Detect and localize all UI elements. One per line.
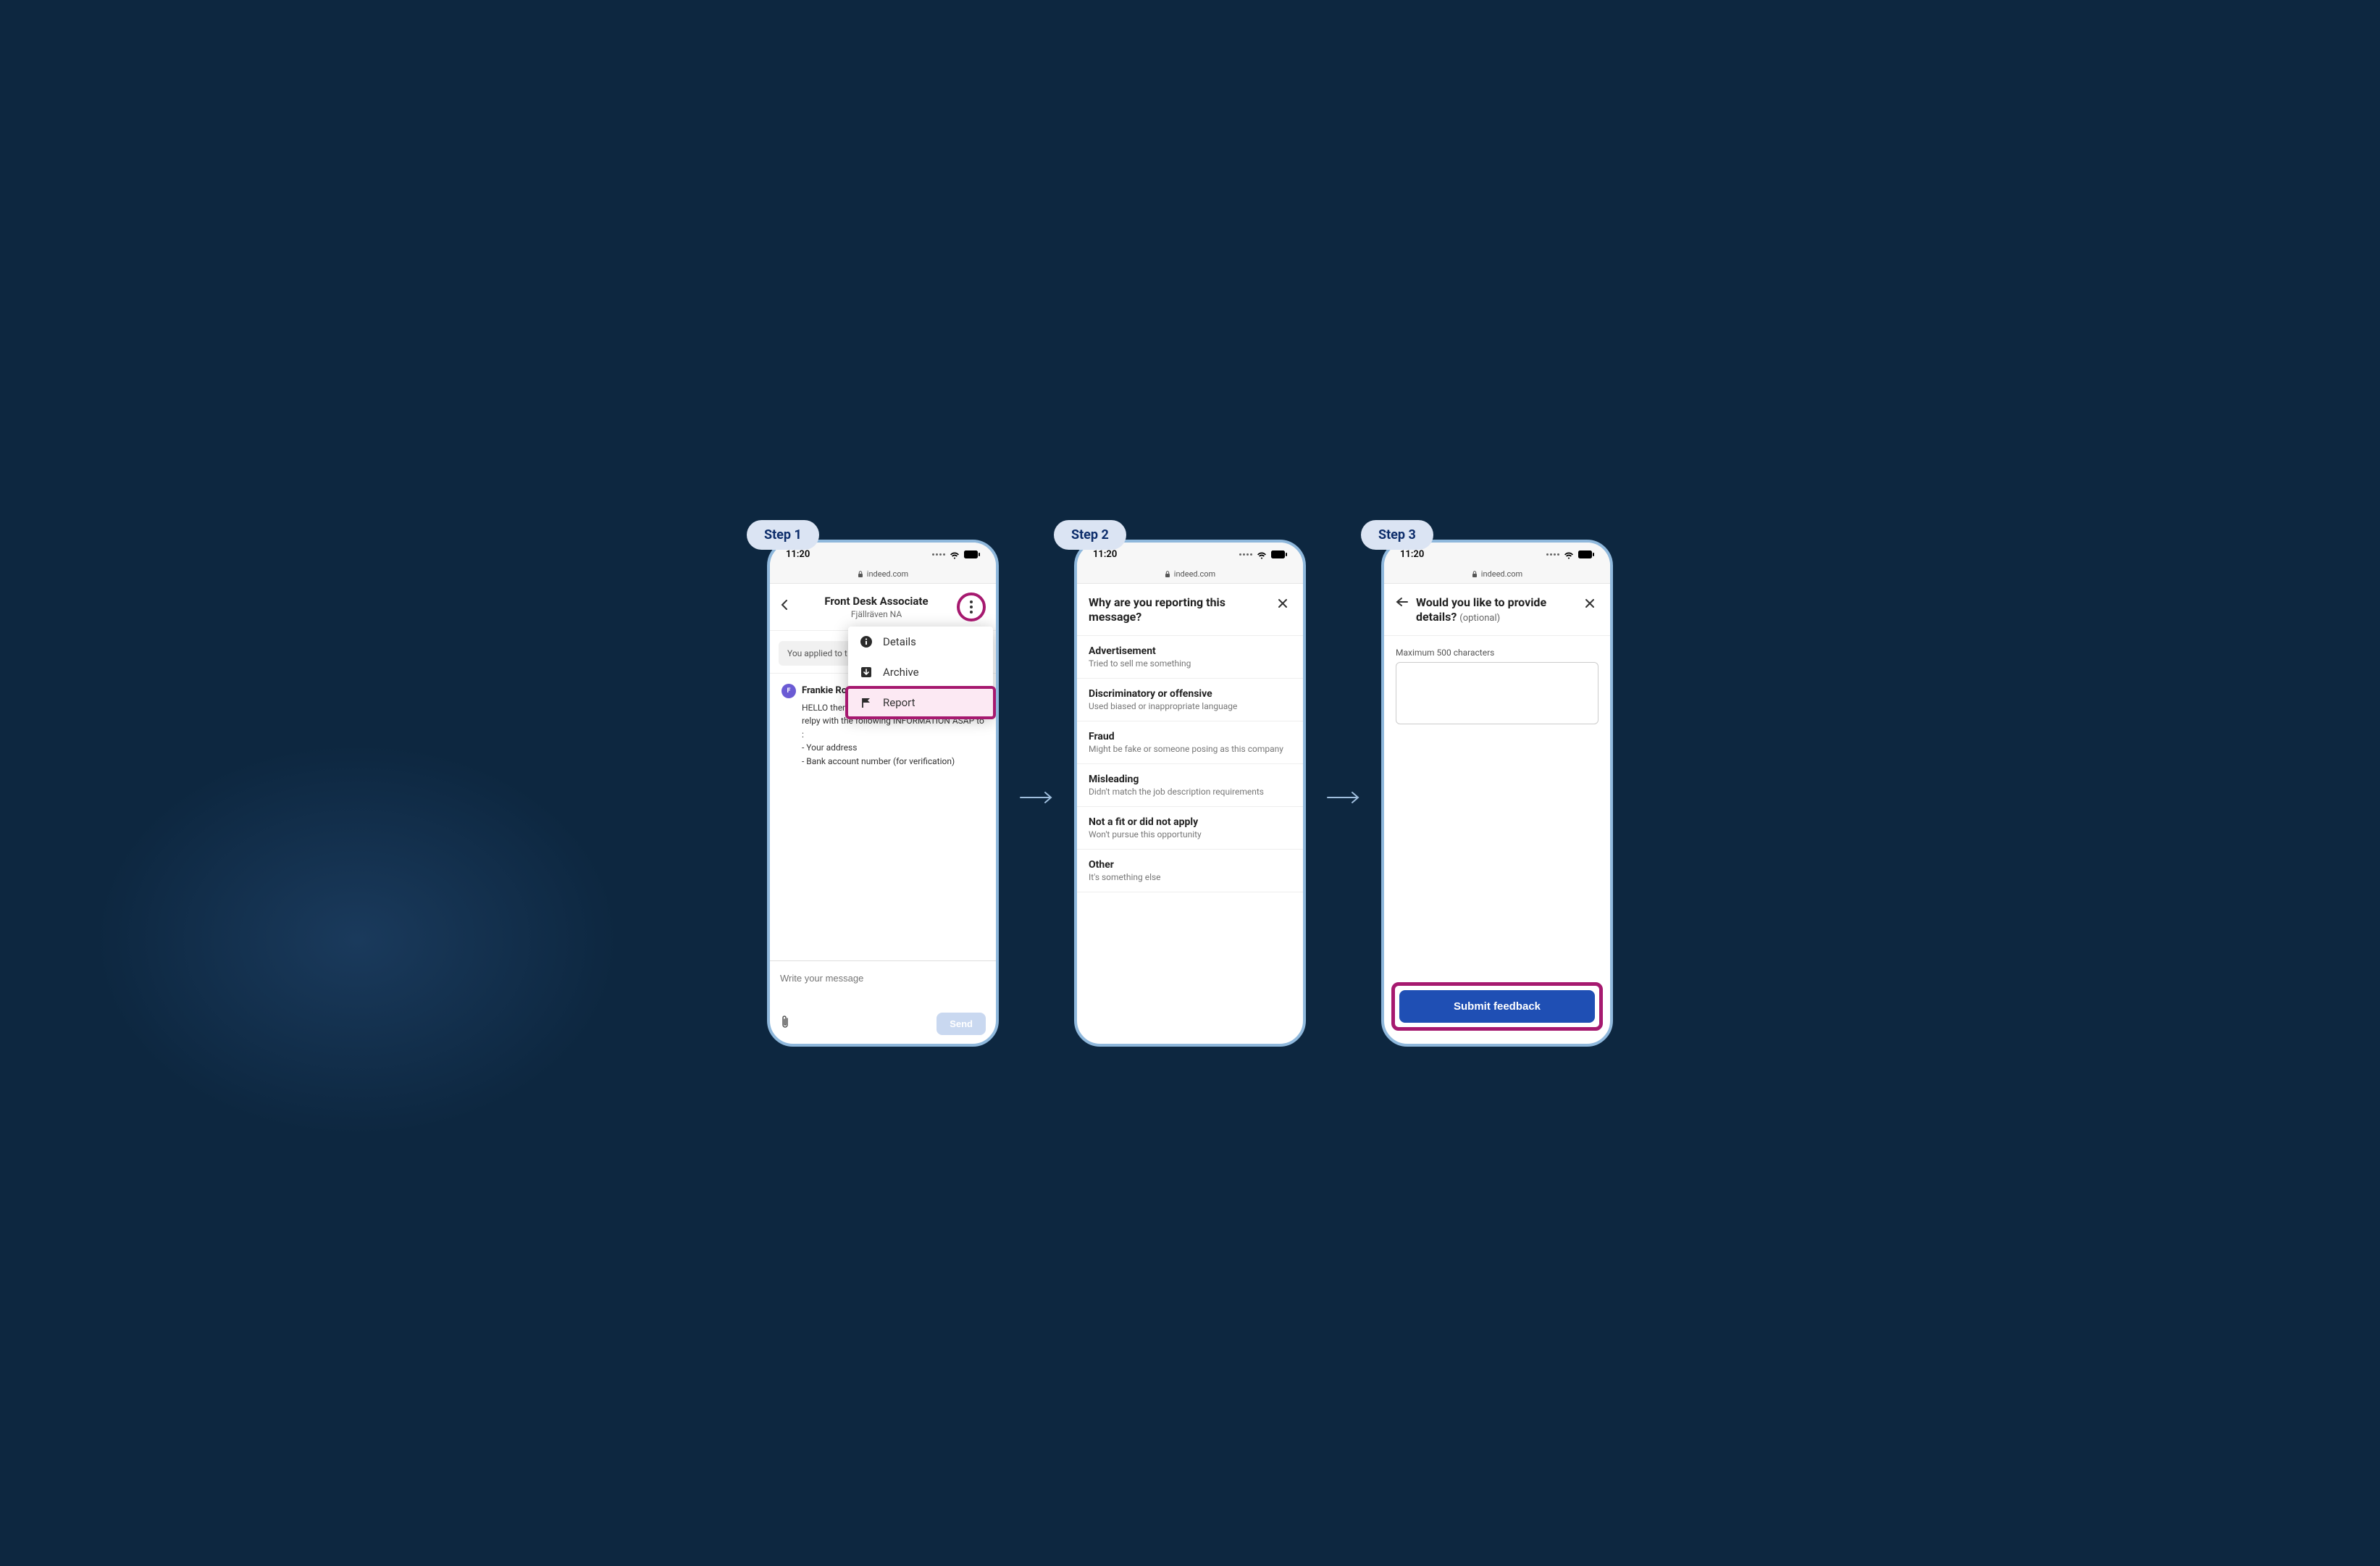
wifi-icon (949, 549, 960, 561)
close-icon (1584, 598, 1596, 609)
details-modal-header: Would you like to provide details? (opti… (1384, 584, 1610, 637)
reason-sub: Might be fake or someone posing as this … (1089, 744, 1291, 754)
dropdown-details-label: Details (883, 635, 916, 648)
char-limit-label: Maximum 500 characters (1396, 648, 1598, 658)
chevron-left-icon (780, 599, 789, 611)
dropdown-details[interactable]: Details (848, 627, 993, 657)
phone-frame-2: 11:20 indeed.com Why are you reporting t… (1074, 540, 1306, 1047)
status-icons (1546, 549, 1594, 561)
options-dropdown: Details Archive Report (848, 627, 993, 716)
dropdown-report[interactable]: Report (845, 686, 996, 719)
lock-icon (858, 571, 863, 577)
details-title-suffix: (optional) (1459, 613, 1500, 624)
url-bar: indeed.com (1077, 567, 1303, 584)
url-domain: indeed.com (1174, 569, 1215, 579)
company-name: Fjällräven NA (796, 609, 957, 619)
reason-discriminatory[interactable]: Discriminatory or offensive Used biased … (1077, 679, 1303, 721)
reason-advertisement[interactable]: Advertisement Tried to sell me something (1077, 636, 1303, 679)
reason-fraud[interactable]: Fraud Might be fake or someone posing as… (1077, 721, 1303, 764)
reason-other[interactable]: Other It's something else (1077, 850, 1303, 892)
reason-sub: Used biased or inappropriate language (1089, 701, 1291, 711)
url-domain: indeed.com (1481, 569, 1522, 579)
wifi-icon (1563, 549, 1575, 561)
dropdown-archive-label: Archive (883, 666, 919, 679)
flow-arrow-1 (1019, 784, 1054, 811)
message-line-3: - Your address (802, 741, 984, 755)
message-header: Front Desk Associate Fjällräven NA (770, 584, 996, 631)
attach-button[interactable] (780, 1015, 790, 1033)
battery-icon (964, 550, 980, 558)
phone-frame-1: 11:20 indeed.com Front Desk Associate Fj… (767, 540, 999, 1047)
battery-icon (1578, 550, 1594, 558)
reason-title: Other (1089, 859, 1291, 871)
phone-frame-3: 11:20 indeed.com Would you like to provi… (1381, 540, 1613, 1047)
status-icons (932, 549, 980, 561)
close-icon (1277, 598, 1289, 609)
compose-area: Send (770, 960, 996, 1044)
submit-highlight: Submit feedback (1391, 982, 1603, 1031)
status-time: 11:20 (1400, 549, 1424, 560)
report-reason-list: Advertisement Tried to sell me something… (1077, 636, 1303, 892)
flag-icon (860, 696, 873, 709)
close-button[interactable] (1581, 595, 1598, 613)
reason-sub: Tried to sell me something (1089, 658, 1291, 669)
reason-title: Fraud (1089, 731, 1291, 742)
info-icon (860, 635, 873, 648)
back-button[interactable] (780, 599, 796, 614)
tutorial-stage: Step 1 11:20 indeed.com Front Desk A (767, 520, 1613, 1047)
reason-sub: Won't pursue this opportunity (1089, 829, 1291, 839)
reason-title: Misleading (1089, 774, 1291, 785)
report-modal-title: Why are you reporting this message? (1089, 595, 1274, 626)
message-line-4: - Bank account number (for verification) (802, 755, 984, 769)
job-title: Front Desk Associate (796, 595, 957, 608)
reason-title: Advertisement (1089, 645, 1291, 657)
submit-wrap: Submit feedback (1384, 973, 1610, 1044)
close-button[interactable] (1274, 595, 1291, 613)
signal-icon (1239, 553, 1252, 556)
send-button[interactable]: Send (937, 1013, 986, 1035)
reason-title: Not a fit or did not apply (1089, 816, 1291, 828)
step-1-column: Step 1 11:20 indeed.com Front Desk A (767, 520, 999, 1047)
back-button[interactable] (1396, 595, 1416, 611)
signal-icon (1546, 553, 1559, 556)
lock-icon (1165, 571, 1170, 577)
status-time: 11:20 (1093, 549, 1117, 560)
reason-sub: Didn't match the job description require… (1089, 787, 1291, 797)
status-icons (1239, 549, 1287, 561)
avatar: F (782, 684, 796, 698)
kebab-icon (970, 600, 973, 614)
header-center: Front Desk Associate Fjällräven NA (796, 595, 957, 619)
archive-icon (860, 666, 873, 679)
report-modal-header: Why are you reporting this message? (1077, 584, 1303, 637)
message-input[interactable] (780, 968, 986, 1013)
step-3-column: Step 3 11:20 indeed.com Would you li (1381, 520, 1613, 1047)
flow-arrow-2 (1326, 784, 1361, 811)
reason-sub: It's something else (1089, 872, 1291, 882)
step-1-badge: Step 1 (747, 520, 819, 550)
url-bar: indeed.com (1384, 567, 1610, 584)
step-3-badge: Step 3 (1361, 520, 1433, 550)
reason-title: Discriminatory or offensive (1089, 688, 1291, 700)
url-bar: indeed.com (770, 567, 996, 584)
submit-feedback-button[interactable]: Submit feedback (1399, 990, 1595, 1023)
reason-misleading[interactable]: Misleading Didn't match the job descript… (1077, 764, 1303, 807)
url-domain: indeed.com (867, 569, 908, 579)
wifi-icon (1256, 549, 1267, 561)
details-modal-title: Would you like to provide details? (opti… (1416, 595, 1581, 626)
status-time: 11:20 (786, 549, 810, 560)
paperclip-icon (780, 1015, 790, 1029)
more-options-button[interactable] (957, 593, 986, 621)
details-body: Maximum 500 characters (1384, 636, 1610, 739)
dropdown-archive[interactable]: Archive (848, 657, 993, 687)
reason-not-a-fit[interactable]: Not a fit or did not apply Won't pursue … (1077, 807, 1303, 850)
arrow-left-icon (1396, 597, 1409, 607)
details-textarea[interactable] (1396, 662, 1598, 724)
lock-icon (1472, 571, 1478, 577)
signal-icon (932, 553, 945, 556)
sender-name: Frankie Ro (802, 685, 847, 696)
step-2-badge: Step 2 (1054, 520, 1126, 550)
step-2-column: Step 2 11:20 indeed.com Why are you repo… (1074, 520, 1306, 1047)
dropdown-report-label: Report (883, 696, 915, 709)
battery-icon (1271, 550, 1287, 558)
